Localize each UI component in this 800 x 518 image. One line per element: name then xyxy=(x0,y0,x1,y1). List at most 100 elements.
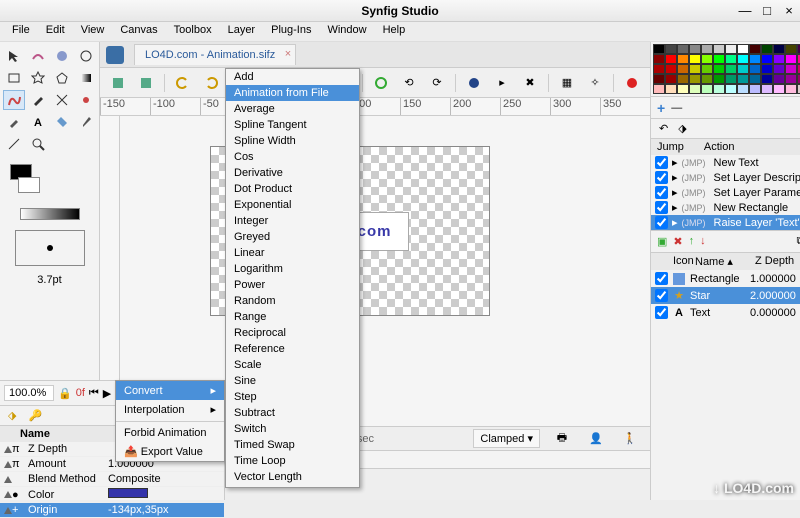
submenu-item[interactable]: Reference xyxy=(226,341,359,357)
star-tool[interactable] xyxy=(27,68,49,88)
submenu-item[interactable]: Sine xyxy=(226,373,359,389)
submenu-item[interactable]: Dot Product xyxy=(226,181,359,197)
smooth-tool[interactable] xyxy=(27,46,49,66)
history-check[interactable] xyxy=(655,171,668,184)
history-check[interactable] xyxy=(655,156,668,169)
palette-swatch[interactable] xyxy=(677,54,689,64)
submenu-item[interactable]: Scale xyxy=(226,357,359,373)
palette-swatch[interactable] xyxy=(665,74,677,84)
history-row[interactable]: ▸(JMP)Set Layer Description: 'Text' -> '… xyxy=(651,170,800,185)
layers-header-z[interactable]: Z Depth xyxy=(755,255,794,268)
submenu-item[interactable]: Linear xyxy=(226,245,359,261)
gradient-preview[interactable] xyxy=(20,208,80,220)
palette-swatch[interactable] xyxy=(665,84,677,94)
submenu-item[interactable]: Average xyxy=(226,101,359,117)
layer-row[interactable]: ★Star2.000000 xyxy=(651,287,800,304)
palette-swatch[interactable] xyxy=(761,44,773,54)
palette-swatch[interactable] xyxy=(689,54,701,64)
palette-swatch[interactable] xyxy=(785,64,797,74)
fill-tool[interactable] xyxy=(51,112,73,132)
zoom-input[interactable]: 100.0% xyxy=(4,385,54,401)
submenu-item[interactable]: Power xyxy=(226,277,359,293)
palette-swatch[interactable] xyxy=(713,44,725,54)
gradient-tool[interactable] xyxy=(75,68,97,88)
eyedrop-tool[interactable] xyxy=(75,112,97,132)
palette-swatch[interactable] xyxy=(713,74,725,84)
keyframes-tab-icon[interactable]: 🔑 xyxy=(28,409,42,422)
palette-swatch[interactable] xyxy=(653,64,665,74)
onion-button[interactable] xyxy=(369,72,393,94)
history-undo-icon[interactable]: ↶ xyxy=(659,122,668,135)
palette-swatch[interactable] xyxy=(773,64,785,74)
text-tool[interactable]: A xyxy=(27,112,49,132)
submenu-item[interactable]: Timed Swap xyxy=(226,437,359,453)
palette-swatch[interactable] xyxy=(725,74,737,84)
palette-swatch[interactable] xyxy=(737,84,749,94)
menu-view[interactable]: View xyxy=(73,22,113,41)
layer-row[interactable]: Rectangle1.000000 xyxy=(651,270,800,287)
history-check[interactable] xyxy=(655,186,668,199)
print-button[interactable]: 🖶 xyxy=(550,428,574,450)
submenu-item[interactable]: Greyed xyxy=(226,229,359,245)
submenu-item[interactable]: Vector Length xyxy=(226,469,359,485)
history-check[interactable] xyxy=(655,216,668,229)
tab-close-icon[interactable]: × xyxy=(285,48,291,60)
menu-plug-ins[interactable]: Plug-Ins xyxy=(263,22,319,41)
draw-tool[interactable] xyxy=(27,90,49,110)
palette-swatch[interactable] xyxy=(737,74,749,84)
palette-swatch[interactable] xyxy=(665,44,677,54)
palette-swatch[interactable] xyxy=(725,44,737,54)
brush-tool[interactable] xyxy=(3,112,25,132)
palette-swatch[interactable] xyxy=(725,84,737,94)
palette-swatch[interactable] xyxy=(725,54,737,64)
menu-help[interactable]: Help xyxy=(375,22,414,41)
palette-swatch[interactable] xyxy=(773,74,785,84)
width-tool[interactable] xyxy=(75,90,97,110)
palette-swatch[interactable] xyxy=(677,44,689,54)
param-row[interactable]: +Origin-134px,35px xyxy=(0,503,224,518)
snapshot-button[interactable]: 👤 xyxy=(584,428,608,450)
skin2-button[interactable]: ⟳ xyxy=(425,72,449,94)
snap-button[interactable]: ✧ xyxy=(583,72,607,94)
rectangle-tool[interactable] xyxy=(3,68,25,88)
palette-swatch[interactable] xyxy=(761,74,773,84)
save-button[interactable] xyxy=(106,72,130,94)
sketch-tool[interactable] xyxy=(3,134,25,154)
submenu-item[interactable]: Spline Width xyxy=(226,133,359,149)
palette-swatch[interactable] xyxy=(677,64,689,74)
palette-swatch[interactable] xyxy=(785,54,797,64)
palette-swatch[interactable] xyxy=(653,44,665,54)
cutout-tool[interactable] xyxy=(51,90,73,110)
layers-header-name[interactable]: Name ▴ xyxy=(695,255,755,268)
menu-edit[interactable]: Edit xyxy=(38,22,73,41)
menu-item-convert[interactable]: Convert▸ xyxy=(116,381,224,400)
palette-swatch[interactable] xyxy=(713,54,725,64)
layer-copy-icon[interactable]: ⧉ xyxy=(796,235,800,248)
cursor-button[interactable]: ▸ xyxy=(490,72,514,94)
palette-swatch[interactable] xyxy=(701,74,713,84)
palette-swatch[interactable] xyxy=(701,84,713,94)
submenu-item[interactable]: Step xyxy=(226,389,359,405)
add-color-button[interactable]: + xyxy=(657,100,665,116)
palette-swatch[interactable] xyxy=(737,54,749,64)
document-tab[interactable]: LO4D.com - Animation.sifz × xyxy=(134,44,296,65)
layer-up-icon[interactable]: ↑ xyxy=(689,235,695,248)
palette-swatch[interactable] xyxy=(653,84,665,94)
prev-key-button[interactable]: ⏮ xyxy=(89,387,99,400)
submenu-item[interactable]: Derivative xyxy=(226,165,359,181)
palette-swatch[interactable] xyxy=(737,44,749,54)
palette-swatch[interactable] xyxy=(773,54,785,64)
palette-swatch[interactable] xyxy=(749,84,761,94)
palette-swatch[interactable] xyxy=(689,74,701,84)
menu-item-forbid-animation[interactable]: Forbid Animation xyxy=(116,424,224,442)
submenu-item[interactable]: Switch xyxy=(226,421,359,437)
palette-swatch[interactable] xyxy=(713,84,725,94)
redo-button[interactable] xyxy=(199,72,223,94)
polygon-tool[interactable] xyxy=(51,68,73,88)
menu-window[interactable]: Window xyxy=(319,22,374,41)
palette-swatch[interactable] xyxy=(785,44,797,54)
param-row[interactable]: ●Color xyxy=(0,487,224,503)
menu-item-interpolation[interactable]: Interpolation▸ xyxy=(116,400,224,419)
menu-canvas[interactable]: Canvas xyxy=(112,22,165,41)
layer-row[interactable]: AText0.000000 xyxy=(651,304,800,321)
